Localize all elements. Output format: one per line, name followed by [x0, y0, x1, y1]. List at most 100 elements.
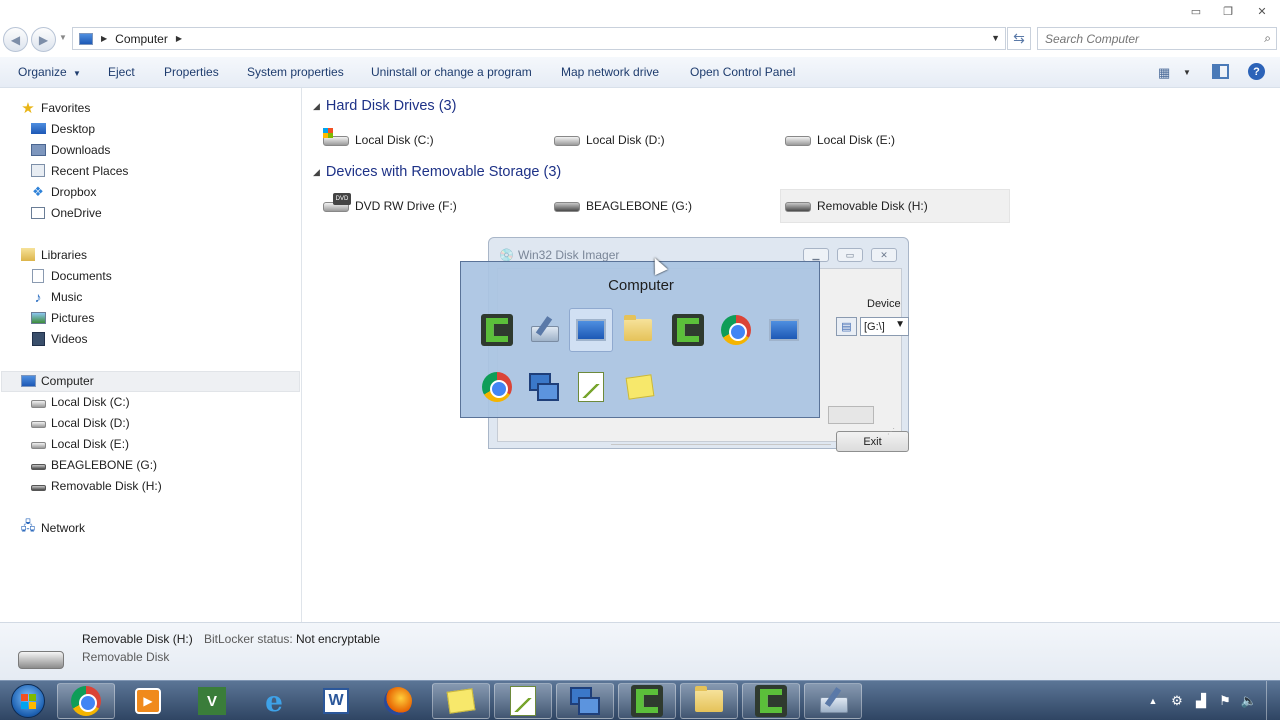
group-header-hard-disk-drives[interactable]: ◢ Hard Disk Drives (3) — [313, 98, 456, 114]
back-button[interactable]: ◀ — [3, 27, 28, 52]
eject-button[interactable]: Eject — [108, 65, 135, 79]
taskbar-internet-explorer[interactable]: e — [245, 683, 303, 719]
organize-button[interactable]: Organize ▼ — [18, 65, 81, 79]
nav-item-music[interactable]: ♪ Music — [30, 286, 83, 307]
switcher-item-sticky-notes[interactable] — [618, 365, 662, 409]
browse-folder-icon[interactable]: ▤ — [836, 317, 857, 336]
drive-removable-disk-h[interactable]: Removable Disk (H:) — [783, 190, 928, 222]
search-input[interactable] — [1038, 28, 1248, 49]
nav-item-beaglebone[interactable]: BEAGLEBONE (G:) — [30, 454, 157, 475]
close-button[interactable]: ✕ — [1248, 3, 1276, 19]
breadcrumb-chevron-icon[interactable]: ▶ — [176, 34, 182, 43]
switcher-item-desktop[interactable] — [762, 308, 806, 352]
group-header-removable-storage[interactable]: ◢ Devices with Removable Storage (3) — [313, 164, 561, 180]
show-hidden-icons-icon[interactable]: ▲ — [1142, 681, 1164, 720]
show-desktop-button[interactable] — [1266, 681, 1280, 720]
nav-item-desktop[interactable]: Desktop — [30, 118, 95, 139]
switcher-item-camtasia[interactable] — [475, 308, 519, 352]
disk-imager-icon: 💿 — [499, 248, 514, 262]
exit-button[interactable]: Exit — [836, 431, 909, 452]
explorer-icon — [695, 686, 723, 712]
flag-icon[interactable]: ⚑ — [1214, 681, 1236, 720]
drive-beaglebone-g[interactable]: BEAGLEBONE (G:) — [552, 190, 692, 222]
maximize-button[interactable]: ❐ — [1214, 3, 1242, 19]
switcher-item-notepad-plus[interactable] — [569, 365, 613, 409]
switcher-item-camtasia-2[interactable] — [666, 308, 710, 352]
minimize-button[interactable]: ▭ — [1182, 3, 1210, 19]
switcher-item-network[interactable] — [522, 365, 566, 409]
open-control-panel-button[interactable]: Open Control Panel — [690, 65, 795, 79]
address-dropdown-icon[interactable]: ▼ — [991, 33, 1000, 43]
drive-local-disk-d[interactable]: Local Disk (D:) — [552, 124, 665, 156]
nav-item-documents[interactable]: Documents — [30, 265, 112, 286]
resize-grip-icon[interactable]: ⋰ — [887, 427, 895, 436]
start-button[interactable] — [3, 682, 53, 720]
nav-network[interactable]: 🖧 Network — [20, 517, 85, 538]
view-options-icon[interactable]: ▦ — [1158, 65, 1170, 81]
uninstall-program-button[interactable]: Uninstall or change a program — [371, 65, 532, 79]
collapse-triangle-icon[interactable]: ◢ — [313, 101, 320, 112]
firefox-icon — [384, 687, 412, 715]
taskbar-firefox[interactable] — [369, 683, 427, 719]
taskbar-visual-studio[interactable]: V — [183, 683, 241, 719]
taskbar-sticky-notes[interactable] — [432, 683, 490, 719]
nav-computer[interactable]: Computer — [20, 370, 94, 391]
switcher-item-folder[interactable] — [616, 308, 660, 352]
taskbar-network[interactable] — [556, 683, 614, 719]
nav-item-pictures[interactable]: Pictures — [30, 307, 94, 328]
taskbar-tool[interactable] — [804, 683, 862, 719]
drive-dvd-rw-f[interactable]: DVD DVD RW Drive (F:) — [321, 190, 457, 222]
view-chevron-icon[interactable]: ▼ — [1183, 68, 1191, 77]
forward-button[interactable]: ▶ — [31, 27, 56, 52]
volume-icon[interactable]: 🔈 — [1238, 681, 1260, 720]
preview-pane-icon[interactable] — [1212, 64, 1229, 79]
properties-button[interactable]: Properties — [164, 65, 219, 79]
refresh-button[interactable]: ⇆ — [1007, 27, 1031, 50]
switcher-item-chrome-2[interactable] — [475, 365, 519, 409]
breadcrumb-separator-icon[interactable]: ▶ — [101, 34, 107, 43]
taskbar-camtasia[interactable] — [618, 683, 676, 719]
network-tray-icon[interactable]: ⚙ — [1166, 681, 1188, 720]
switcher-item-tool[interactable] — [522, 308, 566, 352]
map-network-drive-button[interactable]: Map network drive — [561, 65, 659, 79]
taskbar-chrome[interactable] — [57, 683, 115, 719]
imager-maximize-button[interactable]: ▭ — [837, 248, 863, 262]
search-icon[interactable]: ⌕ — [1264, 31, 1271, 46]
collapse-triangle-icon[interactable]: ◢ — [313, 167, 320, 178]
nav-item-local-disk-e[interactable]: Local Disk (E:) — [30, 433, 129, 454]
taskbar-media-player[interactable]: ▶ — [119, 683, 177, 719]
nav-favorites[interactable]: ★ Favorites — [20, 97, 90, 118]
nav-item-recent-places[interactable]: Recent Places — [30, 160, 128, 181]
nav-item-local-disk-c[interactable]: Local Disk (C:) — [30, 391, 130, 412]
device-select[interactable]: [G:\] ▼ — [860, 317, 909, 336]
taskbar-explorer[interactable] — [680, 683, 738, 719]
switcher-item-computer[interactable] — [569, 308, 613, 352]
nav-item-local-disk-d[interactable]: Local Disk (D:) — [30, 412, 130, 433]
nav-item-label: Local Disk (E:) — [51, 436, 130, 451]
drive-local-disk-c[interactable]: Local Disk (C:) — [321, 124, 434, 156]
signal-icon[interactable]: ▟ — [1190, 681, 1212, 720]
history-chevron-icon[interactable]: ▼ — [59, 33, 67, 42]
drive-label: Removable Disk (H:) — [817, 199, 928, 213]
system-properties-button[interactable]: System properties — [247, 65, 344, 79]
help-icon[interactable]: ? — [1248, 63, 1265, 80]
search-box[interactable]: ⌕ — [1037, 27, 1277, 50]
breadcrumb-computer[interactable]: Computer — [115, 32, 168, 46]
nav-item-dropbox[interactable]: ❖ Dropbox — [30, 181, 96, 202]
taskbar-notepad-plus[interactable] — [494, 683, 552, 719]
imager-minimize-button[interactable]: ▁ — [803, 248, 829, 262]
drive-local-disk-e[interactable]: Local Disk (E:) — [783, 124, 895, 156]
address-bar[interactable]: ▶ Computer ▶ ▼ — [72, 27, 1006, 50]
taskbar-camtasia-2[interactable] — [742, 683, 800, 719]
nav-item-removable-disk-h[interactable]: Removable Disk (H:) — [30, 475, 162, 496]
taskbar-word[interactable]: W — [307, 683, 365, 719]
camtasia-icon — [755, 685, 787, 717]
nav-item-downloads[interactable]: Downloads — [30, 139, 110, 160]
switcher-item-chrome[interactable] — [714, 308, 758, 352]
nav-item-onedrive[interactable]: OneDrive — [30, 202, 102, 223]
nav-item-videos[interactable]: Videos — [30, 328, 87, 349]
nav-item-label: OneDrive — [51, 205, 102, 220]
nav-libraries[interactable]: Libraries — [20, 244, 87, 265]
window-title-bar: ▭ ❐ ✕ — [0, 0, 1280, 24]
imager-close-button[interactable]: ✕ — [871, 248, 897, 262]
